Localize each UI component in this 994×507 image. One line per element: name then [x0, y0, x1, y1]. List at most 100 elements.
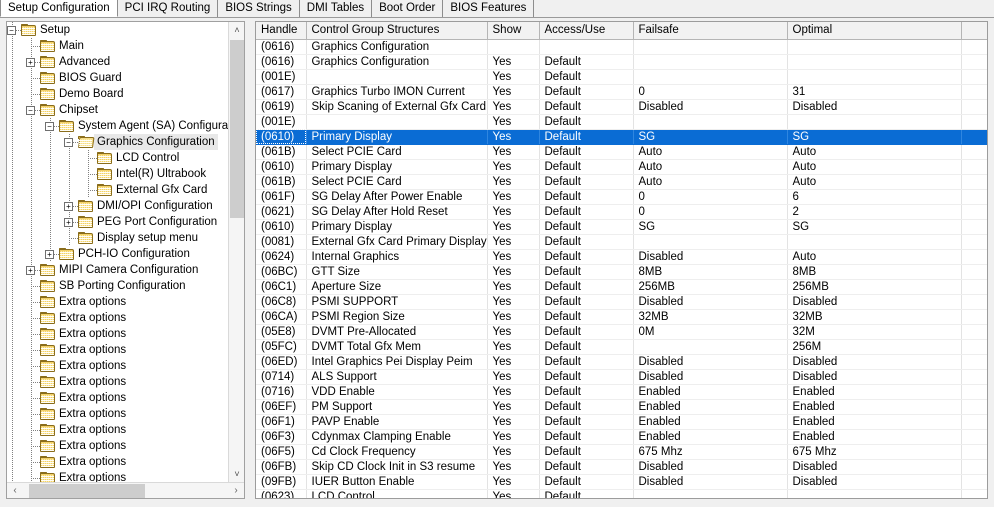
tree-item[interactable]: Extra options — [7, 358, 229, 374]
table-cell-optimal: Enabled — [787, 384, 962, 400]
table-row[interactable]: (06F5) Cd Clock Frequency Yes Default 675 Mh… — [256, 444, 987, 460]
tree-item[interactable]: + PEG Port Configuration — [7, 214, 229, 230]
table-cell-failsafe: 675 Mhz — [633, 444, 788, 460]
column-header-failsafe[interactable]: Failsafe — [633, 22, 788, 40]
table-row[interactable]: (0623) LCD Control Yes Default — [256, 489, 987, 498]
tree-vertical-scroll-thumb[interactable] — [230, 40, 244, 218]
tree-item[interactable]: Extra options — [7, 374, 229, 390]
table-row[interactable]: (05FC) DVMT Total Gfx Mem Yes Default 256M — [256, 339, 987, 355]
column-header-optimal[interactable]: Optimal — [787, 22, 962, 40]
tree-list[interactable]: − Setup Main + Advanced BIOS Guard Demo Board −… — [7, 22, 229, 483]
tree-vertical-scrollbar[interactable]: ˄ ˅ — [228, 22, 244, 483]
scroll-up-icon[interactable]: ˄ — [229, 22, 244, 39]
table-row[interactable]: (0716) VDD Enable Yes Default Enabled Enabled — [256, 384, 987, 400]
tree-collapse-icon[interactable]: − — [64, 138, 73, 147]
tree-item[interactable]: + PCH-IO Configuration — [7, 246, 229, 262]
column-header-control-group-structures[interactable]: Control Group Structures — [306, 22, 488, 40]
tree-collapse-icon[interactable]: − — [45, 122, 54, 131]
tree-item[interactable]: + DMI/OPI Configuration — [7, 198, 229, 214]
table-row[interactable]: (0616) Graphics Configuration — [256, 39, 987, 55]
table-row[interactable]: (0610) Primary Display Yes Default SG SG — [256, 219, 987, 235]
tree-expand-icon[interactable]: + — [64, 218, 73, 227]
table-row[interactable]: (06F1) PAVP Enable Yes Default Enabled Enable… — [256, 414, 987, 430]
tab-pci-irq-routing[interactable]: PCI IRQ Routing — [117, 0, 219, 17]
table-row[interactable]: (06F3) Cdynmax Clamping Enable Yes Default E… — [256, 429, 987, 445]
tree-collapse-icon[interactable]: − — [7, 26, 16, 35]
table-row[interactable]: (001E) Yes Default — [256, 69, 987, 85]
table-row[interactable]: (0714) ALS Support Yes Default Disabled Disab… — [256, 369, 987, 385]
table-row[interactable]: (06EF) PM Support Yes Default Enabled Enabled — [256, 399, 987, 415]
tree-item[interactable]: Extra options — [7, 406, 229, 422]
tree-item[interactable]: + MIPI Camera Configuration — [7, 262, 229, 278]
tree-item[interactable]: LCD Control — [7, 150, 229, 166]
table-row[interactable]: (061B) Select PCIE Card Yes Default Auto Auto — [256, 174, 987, 190]
tree-item[interactable]: Extra options — [7, 342, 229, 358]
tree-item[interactable]: − Graphics Configuration — [7, 134, 229, 150]
tree-expand-icon[interactable]: + — [26, 58, 35, 67]
tree-item[interactable]: Extra options — [7, 310, 229, 326]
tree-item[interactable]: Display setup menu — [7, 230, 229, 246]
table-row[interactable]: (06C8) PSMI SUPPORT Yes Default Disabled Disa… — [256, 294, 987, 310]
tree-item[interactable]: Extra options — [7, 390, 229, 406]
table-row[interactable]: (0610) Primary Display Yes Default Auto Auto — [256, 159, 987, 175]
tree-item[interactable]: External Gfx Card — [7, 182, 229, 198]
table-cell-show: Yes — [487, 324, 540, 340]
tree-item[interactable]: Extra options — [7, 326, 229, 342]
tree-guide-line — [12, 246, 13, 262]
tree-item[interactable]: Extra options — [7, 438, 229, 454]
table-row[interactable]: (001E) Yes Default — [256, 114, 987, 130]
table-row[interactable]: (06C1) Aperture Size Yes Default 256MB 256MB — [256, 279, 987, 295]
table-cell-show: Yes — [487, 339, 540, 355]
tab-boot-order[interactable]: Boot Order — [372, 0, 444, 17]
table-row[interactable]: (0616) Graphics Configuration Yes Default — [256, 54, 987, 70]
tree-item[interactable]: Extra options — [7, 454, 229, 470]
tree-item-label: DMI/OPI Configuration — [97, 200, 213, 212]
scroll-left-icon[interactable]: ‹ — [7, 483, 23, 498]
table-row[interactable]: (0617) Graphics Turbo IMON Current Yes Defa… — [256, 84, 987, 100]
tree-item[interactable]: − Chipset — [7, 102, 229, 118]
tree-item[interactable]: SB Porting Configuration — [7, 278, 229, 294]
tab-bios-strings[interactable]: BIOS Strings — [218, 0, 300, 17]
tree-item[interactable]: − Setup — [7, 22, 229, 38]
tree-item[interactable]: Main — [7, 38, 229, 54]
column-header-access-use[interactable]: Access/Use — [539, 22, 634, 40]
table-cell-spacer — [961, 309, 987, 325]
table-row[interactable]: (05E8) DVMT Pre-Allocated Yes Default 0M 32M — [256, 324, 987, 340]
table-row[interactable]: (0610) Primary Display Yes Default SG SG — [256, 129, 987, 145]
table-cell-optimal: 31 — [787, 84, 962, 100]
table-row[interactable]: (06ED) Intel Graphics Pei Display Peim Yes… — [256, 354, 987, 370]
table-cell-show: Yes — [487, 234, 540, 250]
tree-collapse-icon[interactable]: − — [26, 106, 35, 115]
table-row[interactable]: (0619) Skip Scaning of External Gfx Card Y… — [256, 99, 987, 115]
tree-item[interactable]: BIOS Guard — [7, 70, 229, 86]
tab-setup-configuration[interactable]: Setup Configuration — [0, 0, 118, 17]
table-row[interactable]: (06BC) GTT Size Yes Default 8MB 8MB — [256, 264, 987, 280]
tree-horizontal-scrollbar[interactable]: ‹ › — [7, 482, 244, 498]
table-row[interactable]: (0621) SG Delay After Hold Reset Yes Defaul… — [256, 204, 987, 220]
table-cell-handle: (06CA) — [256, 309, 307, 325]
tab-bios-features[interactable]: BIOS Features — [443, 0, 535, 17]
column-header-handle[interactable]: Handle — [256, 22, 307, 40]
tree-expand-icon[interactable]: + — [45, 250, 54, 259]
table-row[interactable]: (06FB) Skip CD Clock Init in S3 resume Yes… — [256, 459, 987, 475]
tree-item[interactable]: + Advanced — [7, 54, 229, 70]
tab-dmi-tables[interactable]: DMI Tables — [299, 0, 373, 17]
tree-item[interactable]: Intel(R) Ultrabook — [7, 166, 229, 182]
table-row[interactable]: (0081) External Gfx Card Primary Display … — [256, 234, 987, 250]
table-row[interactable]: (09FB) IUER Button Enable Yes Default Disabl… — [256, 474, 987, 490]
table-row[interactable]: (06CA) PSMI Region Size Yes Default 32MB 32MB — [256, 309, 987, 325]
tree-item[interactable]: Extra options — [7, 422, 229, 438]
table-row[interactable]: (061F) SG Delay After Power Enable Yes Defa… — [256, 189, 987, 205]
table-cell-spacer — [961, 474, 987, 490]
scroll-right-icon[interactable]: › — [228, 483, 244, 498]
tree-expand-icon[interactable]: + — [26, 266, 35, 275]
tree-expand-icon[interactable]: + — [64, 202, 73, 211]
tree-item[interactable]: Demo Board — [7, 86, 229, 102]
tree-item[interactable]: − System Agent (SA) Configuration — [7, 118, 229, 134]
tree-horizontal-scroll-thumb[interactable] — [29, 484, 145, 498]
table-row[interactable]: (061B) Select PCIE Card Yes Default Auto Auto — [256, 144, 987, 160]
tree-item[interactable]: Extra options — [7, 294, 229, 310]
column-header-show[interactable]: Show — [487, 22, 540, 40]
table-row[interactable]: (0624) Internal Graphics Yes Default Disable… — [256, 249, 987, 265]
scroll-down-icon[interactable]: ˅ — [229, 466, 244, 483]
